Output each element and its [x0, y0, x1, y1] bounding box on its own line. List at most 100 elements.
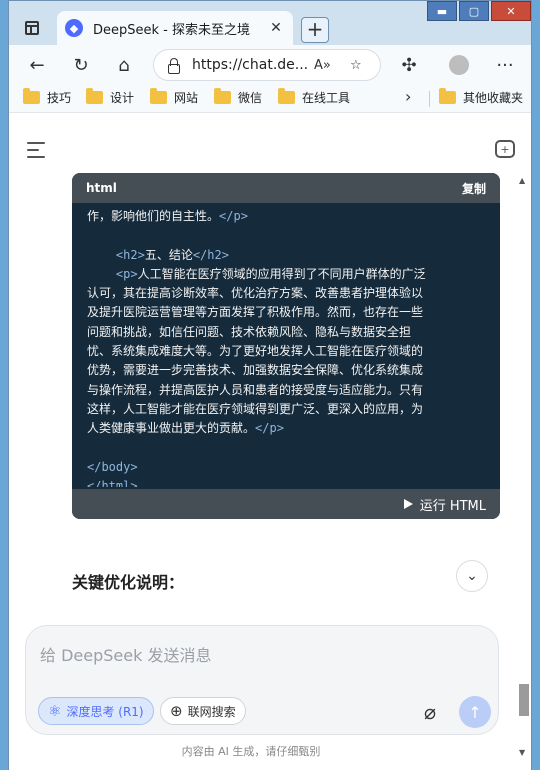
code-line: 与操作流程，并提高医护人员和患者的接受度与适应能力。只有	[87, 381, 490, 400]
code-line: </body>	[87, 458, 490, 477]
code-text: 这样，人工智能才能在医疗领域得到更广泛、更深入的应用，为	[87, 401, 424, 416]
code-text: 忧、系统集成难度大等。为了更好地发挥人工智能在医疗领域的	[87, 344, 424, 359]
code-line: 作，影响他们的自主性。</p>	[87, 207, 490, 226]
navigation-bar: ← ↻ ⌂ https://chat.de... A» ☆ ✣ ···	[9, 45, 531, 85]
code-text: 人工智能在医疗领域的应用得到了不同用户群体的广泛	[137, 266, 426, 281]
bookmark-label: 微信	[238, 91, 263, 105]
code-tag: </p>	[219, 209, 248, 223]
add-favorite-icon[interactable]: ☆	[350, 58, 362, 73]
code-text: 与操作流程，并提高医护人员和患者的接受度与适应能力。只有	[87, 382, 424, 397]
code-content: 作，影响他们的自主性。</p> <h2>五、结论</h2> <p>人工智能在医疗…	[72, 203, 500, 487]
code-line: <h2>五、结论</h2>	[87, 246, 490, 265]
code-header: html 复制	[72, 173, 500, 203]
chevron-down-icon[interactable]: ⌄	[456, 560, 488, 592]
browser-window: ◆ DeepSeek - 探索未至之境 ✕ + ▬ ▢ ✕ ← ↻ ⌂ http…	[8, 0, 532, 770]
paperclip-icon[interactable]: ⌀	[424, 700, 436, 724]
bookmark-folder[interactable]: 技巧	[23, 88, 72, 106]
scroll-down-icon[interactable]: ▼	[519, 748, 525, 757]
send-button[interactable]: ↑	[459, 696, 491, 728]
chat-page: + html 复制 作，影响他们的自主性。</p> <h2>五、结论</h2> …	[9, 114, 531, 770]
home-icon[interactable]: ⌂	[110, 52, 138, 78]
bookmark-label: 技巧	[47, 91, 72, 105]
code-footer: 运行 HTML	[72, 489, 500, 519]
folder-icon	[86, 88, 103, 104]
code-text: 五、结论	[144, 247, 193, 262]
scrollbar[interactable]	[518, 178, 530, 762]
close-window-button[interactable]: ✕	[491, 1, 531, 21]
code-text: 问题和挑战，如信任问题、技术依赖风险、隐私与数据安全担	[87, 324, 412, 339]
extensions-icon[interactable]: ✣	[395, 52, 423, 78]
minimize-button[interactable]: ▬	[427, 1, 457, 21]
folder-icon	[439, 88, 456, 104]
arrow-up-icon: ↑	[468, 702, 482, 722]
code-text: 认可，其在提高诊断效率、优化治疗方案、改善患者护理体验以	[87, 286, 424, 301]
run-html-button[interactable]: 运行 HTML	[420, 495, 486, 514]
lock-icon[interactable]	[166, 58, 180, 74]
web-search-label: 联网搜索	[187, 704, 236, 719]
code-line: 认可，其在提高诊断效率、优化治疗方案、改善患者护理体验以	[87, 284, 490, 303]
menu-icon[interactable]	[27, 142, 47, 158]
new-chat-icon[interactable]: +	[495, 140, 515, 158]
code-text: 人类健康事业做出更大的贡献。	[87, 421, 256, 436]
close-tab-icon[interactable]: ✕	[267, 20, 285, 36]
code-line: 优势，需要进一步完善技术、加强数据安全保障、优化系统集成	[87, 361, 490, 380]
copy-button[interactable]: 复制	[462, 180, 486, 197]
bookmark-label: 其他收藏夹	[463, 91, 524, 105]
new-tab-button[interactable]: +	[301, 17, 329, 43]
chevron-right-icon[interactable]: ›	[405, 87, 411, 106]
scrollbar-thumb[interactable]	[519, 684, 529, 716]
window-controls: ▬ ▢ ✕	[425, 1, 531, 21]
folder-icon	[278, 88, 295, 104]
folder-icon	[23, 88, 40, 104]
refresh-icon[interactable]: ↻	[67, 52, 95, 78]
message-composer[interactable]: 给 DeepSeek 发送消息 ⚛ 深度思考 (R1) ⊕ 联网搜索 ⌀ ↑	[25, 625, 499, 735]
code-line: 及提升医院运营管理等方面发挥了积极作用。然而，也存在一些	[87, 303, 490, 322]
code-tag: <p>	[115, 266, 138, 281]
bookmark-folder[interactable]: 设计	[86, 88, 135, 106]
more-options-icon[interactable]: ···	[491, 52, 519, 78]
code-line: 忧、系统集成难度大等。为了更好地发挥人工智能在医疗领域的	[87, 342, 490, 361]
message-input[interactable]: 给 DeepSeek 发送消息	[40, 642, 211, 666]
code-tag: </h2>	[192, 247, 229, 262]
ai-disclaimer: 内容由 AI 生成，请仔细甄别	[181, 745, 321, 758]
other-bookmarks-folder[interactable]: 其他收藏夹	[439, 88, 524, 106]
address-bar[interactable]: https://chat.de... A» ☆	[153, 49, 381, 81]
code-line: </html>	[87, 477, 490, 487]
bookmark-folder[interactable]: 网站	[150, 88, 198, 106]
folder-icon	[214, 88, 231, 104]
bookmark-label: 设计	[110, 91, 135, 105]
tab-actions-icon[interactable]	[21, 17, 43, 39]
code-line: <p>人工智能在医疗领域的应用得到了不同用户群体的广泛	[87, 265, 490, 284]
code-tag: </p>	[255, 421, 284, 436]
read-aloud-icon[interactable]: A»	[314, 58, 331, 73]
code-line: 问题和挑战，如信任问题、技术依赖风险、隐私与数据安全担	[87, 323, 490, 342]
web-search-button[interactable]: ⊕ 联网搜索	[160, 697, 246, 725]
bookmark-label: 在线工具	[302, 91, 351, 105]
bookmarks-bar: 技巧 设计 网站 微信 在线工具 › 其他收藏夹	[9, 85, 531, 113]
code-language: html	[86, 181, 117, 195]
bookmarks-divider	[429, 91, 430, 107]
code-text: 优势，需要进一步完善技术、加强数据安全保障、优化系统集成	[87, 363, 424, 378]
section-heading: 关键优化说明：	[72, 573, 185, 592]
profile-avatar-icon[interactable]	[445, 52, 473, 78]
code-text: 作，影响他们的自主性。	[87, 209, 220, 223]
play-icon	[403, 499, 413, 509]
browser-tab[interactable]: ◆ DeepSeek - 探索未至之境 ✕	[57, 11, 293, 45]
url-text[interactable]: https://chat.de...	[192, 57, 308, 73]
deepseek-favicon-icon: ◆	[65, 19, 83, 37]
tab-title: DeepSeek - 探索未至之境	[93, 22, 250, 38]
code-text: 及提升医院运营管理等方面发挥了积极作用。然而，也存在一些	[87, 305, 424, 320]
maximize-button[interactable]: ▢	[459, 1, 489, 21]
bookmark-folder[interactable]: 微信	[214, 88, 263, 106]
code-tag: </body>	[87, 459, 138, 474]
atom-icon: ⚛	[48, 702, 62, 720]
tab-bar: ◆ DeepSeek - 探索未至之境 ✕ + ▬ ▢ ✕	[9, 1, 531, 45]
back-icon[interactable]: ←	[23, 52, 51, 78]
scroll-up-icon[interactable]: ▲	[519, 176, 525, 185]
deep-think-button[interactable]: ⚛ 深度思考 (R1)	[38, 697, 154, 725]
bookmark-folder[interactable]: 在线工具	[278, 88, 351, 106]
